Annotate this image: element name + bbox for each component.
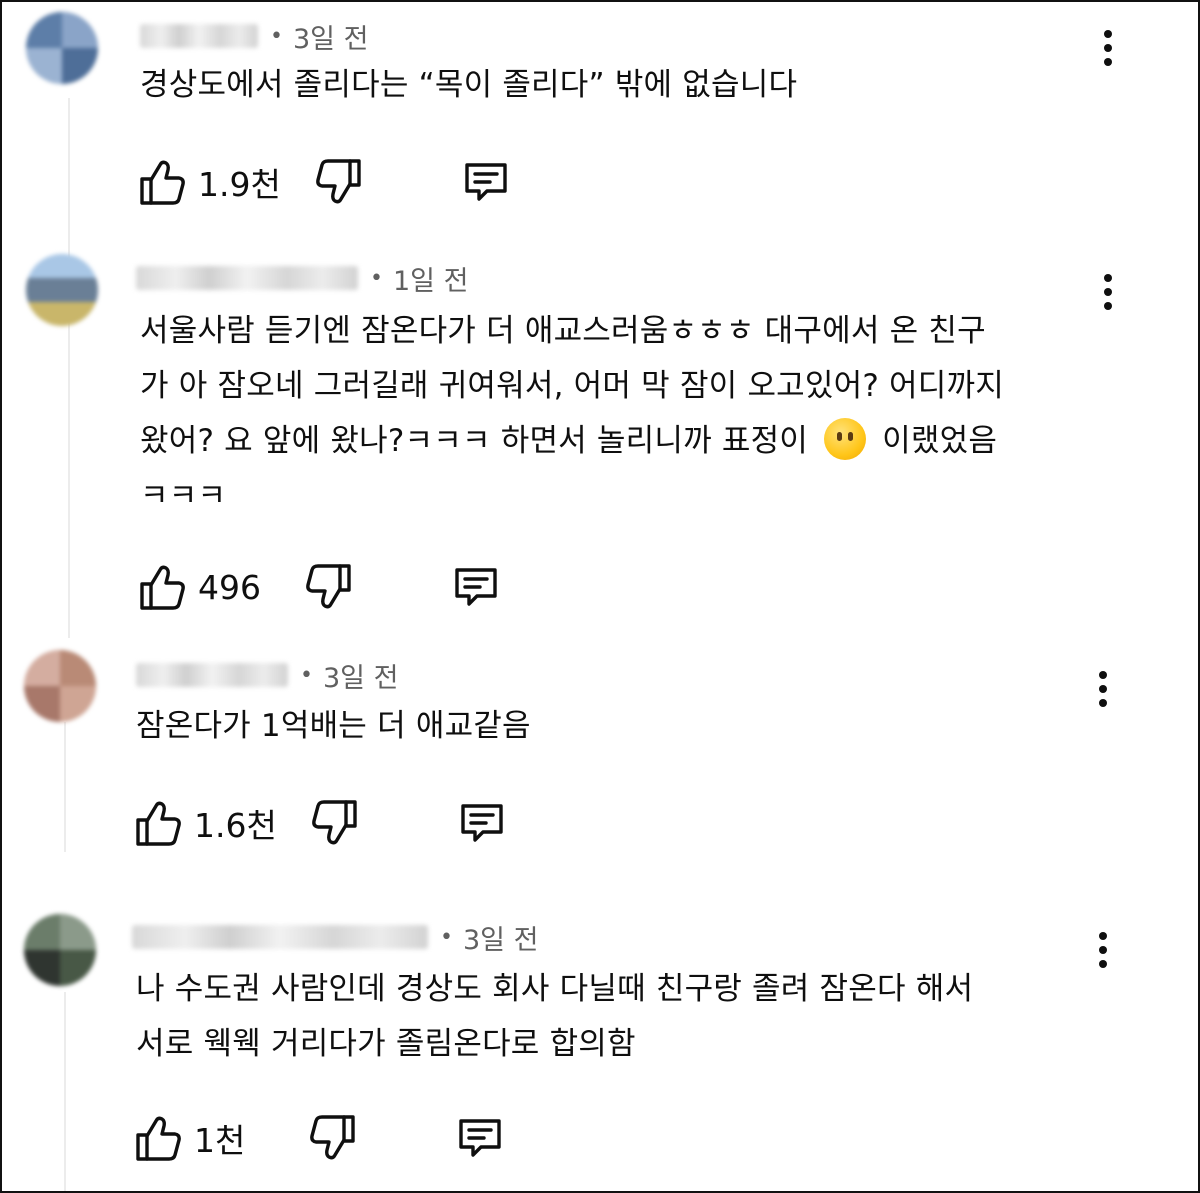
like-button[interactable]: 496 <box>138 562 261 612</box>
comment-line: 가 아 잠오네 그러길래 귀여워서, 어머 막 잠이 오고있어? 어디까지 <box>140 368 1004 404</box>
more-vertical-icon[interactable] <box>1083 920 1123 980</box>
author-name-blurred[interactable] <box>136 663 288 687</box>
reply-comment-icon <box>465 163 507 201</box>
thread-line <box>68 98 70 638</box>
more-vertical-icon[interactable] <box>1083 659 1123 719</box>
reply-comment-icon <box>461 804 503 842</box>
comment-timestamp[interactable]: 1일 전 <box>393 259 468 298</box>
thumbs-up-icon <box>136 1116 181 1161</box>
like-count: 496 <box>198 567 261 607</box>
comment-line: 나 수도권 사람인데 경상도 회사 다닐때 친구랑 졸려 잠온다 해서 <box>136 971 974 1007</box>
comment-actions: 1.9천 <box>138 154 511 210</box>
avatar[interactable] <box>26 254 98 326</box>
thumbs-up-icon <box>140 565 185 610</box>
author-name-blurred[interactable] <box>140 24 258 48</box>
like-count: 1.6천 <box>194 806 277 845</box>
author-name-blurred[interactable] <box>136 266 358 290</box>
dislike-button[interactable] <box>303 562 353 612</box>
thumbs-down-icon <box>306 564 351 609</box>
like-button[interactable]: 1천 <box>134 1113 245 1163</box>
comment-line: 잠온다가 1억배는 더 애교같음 <box>136 708 531 744</box>
comment-timestamp[interactable]: 3일 전 <box>463 918 538 957</box>
comment-meta: • 3일 전 <box>132 917 538 957</box>
comment-line: 서로 웩웩 거리다가 졸림온다로 합의함 <box>136 1026 636 1062</box>
separator-dot: • <box>270 23 283 49</box>
separator-dot: • <box>370 265 383 291</box>
reply-comment-icon <box>455 568 497 606</box>
comment-text: 서울사람 듣기엔 잠온다가 더 애교스러움ㅎㅎㅎ 대구에서 온 친구 가 아 잠… <box>140 304 1004 524</box>
comment-line: 서울사람 듣기엔 잠온다가 더 애교스러움ㅎㅎㅎ 대구에서 온 친구 <box>140 313 986 349</box>
thumbs-up-icon <box>140 160 185 205</box>
thumbs-down-icon <box>311 800 357 845</box>
avatar[interactable] <box>24 650 96 722</box>
avatar[interactable] <box>24 914 96 986</box>
comment-line: 왔어? 요 앞에 왔나?ㅋㅋㅋ 하면서 놀리니까 표정이 <box>140 423 809 459</box>
avatar[interactable] <box>26 12 98 84</box>
separator-dot: • <box>300 662 313 688</box>
thumbs-up-icon <box>136 801 181 846</box>
like-button[interactable]: 1.6천 <box>134 798 277 848</box>
separator-dot: • <box>440 924 453 950</box>
comment-actions: 1.6천 <box>134 795 507 851</box>
comment-line-tail: 이랬었음 <box>882 423 998 459</box>
comment-text: 나 수도권 사람인데 경상도 회사 다닐때 친구랑 졸려 잠온다 해서 서로 웩… <box>136 962 973 1072</box>
comment-text: 잠온다가 1억배는 더 애교같음 <box>136 699 531 754</box>
more-vertical-icon[interactable] <box>1088 18 1128 78</box>
dislike-button[interactable] <box>309 798 359 848</box>
reply-button[interactable] <box>457 798 507 848</box>
author-name-blurred[interactable] <box>132 925 428 949</box>
like-count: 1천 <box>194 1121 246 1160</box>
comment-meta: • 3일 전 <box>136 655 398 695</box>
more-vertical-icon[interactable] <box>1088 262 1128 322</box>
comment-line-with-emoji: 왔어? 요 앞에 왔나?ㅋㅋㅋ 하면서 놀리니까 표정이 이랬었음 <box>140 414 1004 469</box>
comment-text: 경상도에서 졸리다는 “목이 졸리다” 밖에 없습니다 <box>140 58 797 113</box>
thread-line <box>64 722 66 852</box>
comment-line: ㅋㅋㅋ <box>140 478 227 514</box>
comment-meta: • 1일 전 <box>136 258 468 298</box>
dislike-button[interactable] <box>313 157 363 207</box>
dislike-button[interactable] <box>307 1113 357 1163</box>
comment-timestamp[interactable]: 3일 전 <box>323 656 398 695</box>
comment-line: 경상도에서 졸리다는 “목이 졸리다” 밖에 없습니다 <box>140 67 798 103</box>
thread-line <box>64 992 66 1191</box>
thumbs-down-icon <box>315 159 361 204</box>
reply-comment-icon <box>459 1119 502 1157</box>
like-button[interactable]: 1.9천 <box>138 157 281 207</box>
reply-button[interactable] <box>455 1113 505 1163</box>
reply-button[interactable] <box>461 157 511 207</box>
comment-timestamp[interactable]: 3일 전 <box>293 17 368 56</box>
face-without-mouth-emoji <box>824 418 867 460</box>
reply-button[interactable] <box>451 562 501 612</box>
like-count: 1.9천 <box>198 165 281 204</box>
comment-actions: 1천 <box>134 1110 505 1166</box>
thumbs-down-icon <box>310 1115 356 1160</box>
comment-thread: • 3일 전 경상도에서 졸리다는 “목이 졸리다” 밖에 없습니다 1.9천 <box>0 0 1200 1193</box>
comment-actions: 496 <box>138 559 501 615</box>
comment-meta: • 3일 전 <box>140 16 368 56</box>
